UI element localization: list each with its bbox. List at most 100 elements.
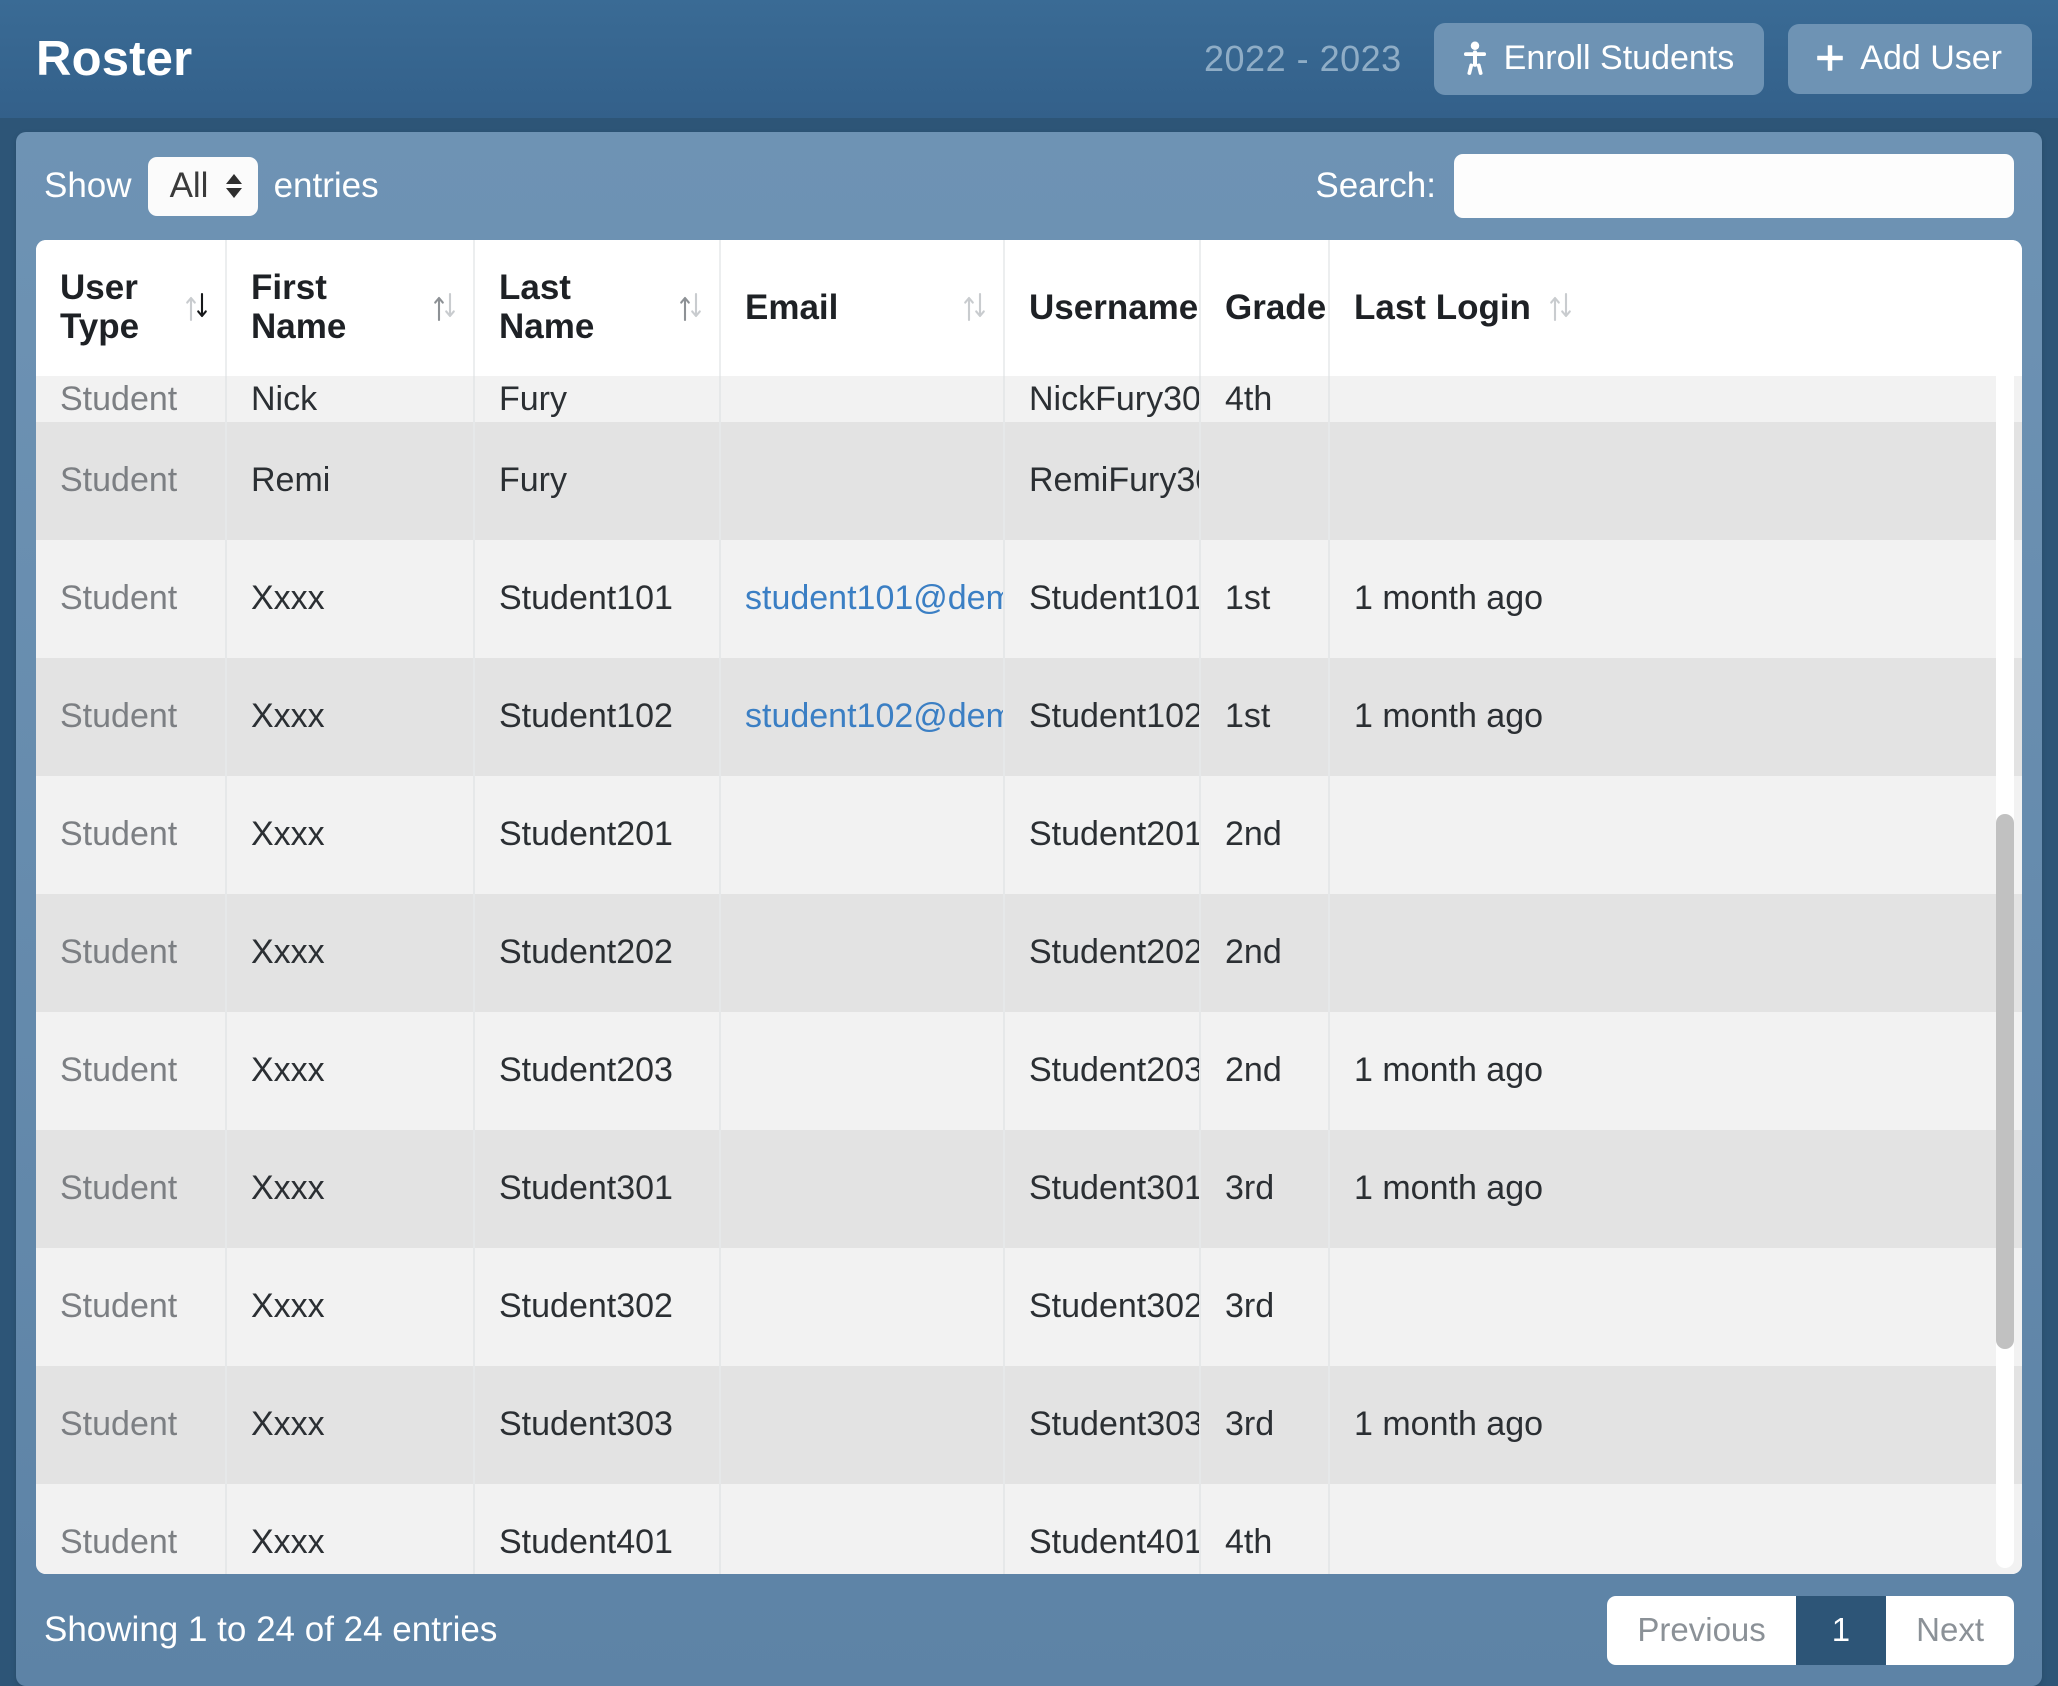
cell-last-name: Student401 [474,1484,721,1574]
roster-table-container: User Type First Name Last Name Email Use… [36,240,2022,1574]
cell-last-login: 1 month ago [1354,1168,1544,1207]
column-header-grade[interactable]: Grade [1200,240,1367,377]
cell-grade: 2nd [1200,1012,1330,1131]
page-length-select[interactable]: All [147,156,258,216]
cell-last-login [1329,422,2022,540]
chevron-updown-icon [225,174,242,198]
cell-grade: 3rd [1200,1248,1330,1367]
cell-grade: 2nd [1200,894,1330,1013]
cell-first-name: Xxxx [226,1012,475,1131]
cell-email [720,1130,1005,1249]
cell-email [720,1248,1005,1367]
cell-user-type: Student [36,1248,227,1367]
cell-grade [1200,422,1330,541]
table-row[interactable]: Student Xxxx Student203 Student203 2nd 1 mont… [36,1012,2022,1131]
cell-username: Student101 [1004,540,1201,659]
cell-email [720,1012,1005,1131]
column-label: Email [745,287,839,327]
cell-grade: 4th [1200,1484,1330,1574]
cell-grade: 4th [1200,376,1330,423]
table-row[interactable]: StudentXxxxStudent101student101@demo.org… [36,540,2022,659]
cell-first-name: Remi [226,422,475,541]
cell-user-type: Student [36,658,227,777]
cell-last-name: Fury [474,376,721,423]
cell-username: Student401 [1004,1484,1201,1574]
cell-last-name: Student301 [474,1130,721,1249]
column-header-user-type[interactable]: User Type [36,240,227,377]
enroll-students-button[interactable]: Enroll Students [1433,23,1765,95]
add-user-button[interactable]: Add User [1788,24,2032,94]
cell-username: Student302 [1004,1248,1201,1367]
table-row[interactable]: StudentXxxxStudent102student102@demo.org… [36,658,2022,777]
cell-username: Student102 [1004,658,1201,777]
roster-table-head: User Type First Name Last Name Email Use… [36,240,2022,377]
add-user-label: Add User [1860,39,2002,77]
cell-last-name: Student102 [474,658,721,777]
cell-last-login [1329,894,2022,1012]
cell-user-type: Student [36,376,227,423]
sort-arrows-icon [1549,290,1573,324]
page-header: Roster 2022 - 2023 Enroll Students Add U… [0,0,2058,118]
cell-first-name: Xxxx [226,894,475,1013]
column-label: First Name [251,268,347,347]
email-link[interactable]: student102@demo.org [745,697,1002,735]
cell-user-type: Student [36,894,227,1013]
table-row[interactable]: Student Xxxx Student201 Student201 2nd [36,776,2022,895]
cell-username: NickFury301 [1004,376,1201,423]
page-length-control: Show All entries [44,156,379,216]
cell-last-login: 1 month ago [1354,1050,1544,1089]
cell-first-name: Xxxx [226,658,475,777]
table-row[interactable]: Student Xxxx Student401 Student401 4th [36,1484,2022,1574]
cell-email [720,1366,1005,1485]
column-header-last-login[interactable]: Last Login [1329,240,2022,377]
search-input[interactable] [1454,154,2014,218]
search-label: Search: [1315,166,1436,205]
table-row[interactable]: Student Xxxx Student301 Student301 3rd 1 mont… [36,1130,2022,1249]
cell-grade: 1st [1200,540,1330,659]
sort-arrows-icon [433,290,457,324]
pagination-next[interactable]: Next [1886,1595,2014,1665]
table-row-partial[interactable]: StudentNickFury NickFury3014th [36,376,2022,423]
cell-last-login [1329,776,2022,894]
column-label: Username [1029,287,1199,327]
table-controls: Show All entries Search: [16,132,2042,240]
column-header-email[interactable]: Email [720,240,1005,377]
sort-arrows-icon [963,290,987,324]
showing-entries-info: Showing 1 to 24 of 24 entries [44,1610,498,1649]
show-label: Show [44,166,132,205]
column-header-username[interactable]: Username [1004,240,1239,377]
cell-last-name: Student202 [474,894,721,1013]
cell-first-name: Nick [226,376,475,423]
table-row[interactable]: Student Xxxx Student202 Student202 2nd [36,894,2022,1013]
cell-grade: 1st [1200,658,1330,777]
cell-last-login [1329,1484,2022,1574]
email-link[interactable]: student101@demo.org [745,579,1002,617]
cell-user-type: Student [36,776,227,895]
cell-grade: 3rd [1200,1130,1330,1249]
cell-last-name: Student201 [474,776,721,895]
roster-table-scroll[interactable]: User Type First Name Last Name Email Use… [36,240,2022,1574]
cell-first-name: Xxxx [226,540,475,659]
cell-last-name: Student203 [474,1012,721,1131]
vertical-scrollbar-thumb[interactable] [1996,814,2014,1349]
table-row[interactable]: Student Xxxx Student303 Student303 3rd 1 mont… [36,1366,2022,1485]
table-row[interactable]: Student Xxxx Student302 Student302 3rd [36,1248,2022,1367]
roster-page: Roster 2022 - 2023 Enroll Students Add U… [0,0,2058,1686]
column-label: Last Login [1354,287,1531,327]
cell-username: Student202 [1004,894,1201,1013]
page-length-value: All [169,165,209,205]
plus-icon [1814,42,1846,74]
column-header-last-name[interactable]: Last Name [474,240,721,377]
pagination-previous[interactable]: Previous [1607,1595,1796,1665]
cell-email: student102@demo.org [720,658,1005,777]
enroll-students-label: Enroll Students [1503,39,1735,77]
table-row[interactable]: StudentRemiFury RemiFury301 [36,422,2022,541]
column-header-first-name[interactable]: First Name [226,240,475,377]
table-footer: Showing 1 to 24 of 24 entries Previous 1… [16,1574,2042,1686]
cell-username: Student301 [1004,1130,1201,1249]
cell-last-name: Student302 [474,1248,721,1367]
header-row: User Type First Name Last Name Email Use… [36,240,2022,377]
column-label: Grade [1225,287,1327,327]
cell-username: RemiFury301 [1004,422,1201,541]
pagination-page-1[interactable]: 1 [1795,1595,1887,1665]
